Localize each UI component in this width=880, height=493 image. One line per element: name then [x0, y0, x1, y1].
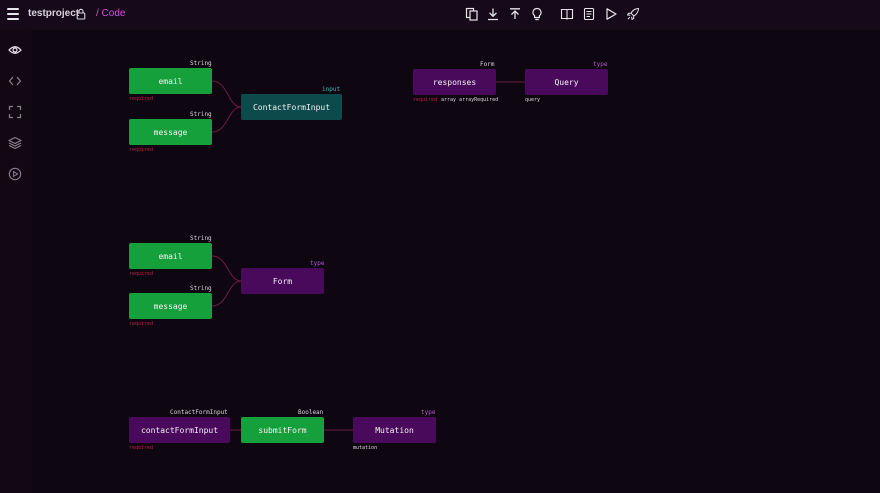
fullscreen-icon[interactable]: [8, 105, 22, 119]
breadcrumb[interactable]: / Code: [96, 8, 125, 19]
arg-node-contactforminput[interactable]: contactFormInput: [129, 417, 230, 443]
kind-label: mutation: [353, 445, 378, 451]
type-label: ContactFormInput: [170, 409, 228, 416]
eye-icon[interactable]: [8, 43, 22, 57]
field-node-message[interactable]: message: [129, 293, 212, 319]
top-bar: testproject / Code: [0, 0, 880, 30]
type-label: type: [593, 61, 608, 68]
upload-icon[interactable]: [508, 7, 522, 21]
type-label: Form: [480, 61, 495, 68]
type-label: type: [310, 260, 325, 267]
required-label: required: [129, 321, 154, 327]
required-label: required: [129, 147, 154, 153]
document-icon[interactable]: [582, 7, 596, 21]
required-label: required: [129, 445, 154, 451]
type-node-mutation[interactable]: Mutation: [353, 417, 436, 443]
lightbulb-icon[interactable]: [530, 7, 544, 21]
type-label: String: [190, 111, 212, 118]
type-label: type: [421, 409, 436, 416]
rocket-icon[interactable]: [626, 7, 640, 21]
type-label: input: [322, 86, 341, 93]
layers-icon[interactable]: [8, 136, 22, 150]
copy-icon[interactable]: [465, 7, 479, 21]
required-label: required: [413, 97, 438, 103]
field-node-email[interactable]: email: [129, 243, 212, 269]
book-icon[interactable]: [560, 7, 574, 21]
type-label: String: [190, 60, 212, 67]
field-node-message[interactable]: message: [129, 119, 212, 145]
type-node-form[interactable]: Form: [241, 268, 324, 294]
type-node-query[interactable]: Query: [525, 69, 608, 95]
field-node-responses[interactable]: responses: [413, 69, 496, 95]
required-label: required: [129, 271, 154, 277]
type-label: String: [190, 285, 212, 292]
kind-label: query: [525, 97, 541, 103]
field-node-submitform[interactable]: submitForm: [241, 417, 324, 443]
menu-icon[interactable]: [7, 8, 19, 20]
array-label: array arrayRequired: [441, 97, 499, 103]
input-node-contactforminput[interactable]: ContactFormInput: [241, 94, 342, 120]
lock-icon: [76, 8, 86, 20]
download-icon[interactable]: [486, 7, 500, 21]
type-label: Boolean: [298, 409, 324, 416]
type-label: String: [190, 235, 212, 242]
required-label: required: [129, 96, 154, 102]
project-name[interactable]: testproject: [28, 8, 79, 19]
play-circle-icon[interactable]: [8, 167, 22, 181]
field-node-email[interactable]: email: [129, 68, 212, 94]
code-icon[interactable]: [8, 74, 22, 88]
play-icon[interactable]: [604, 7, 618, 21]
sidebar: [0, 30, 30, 493]
